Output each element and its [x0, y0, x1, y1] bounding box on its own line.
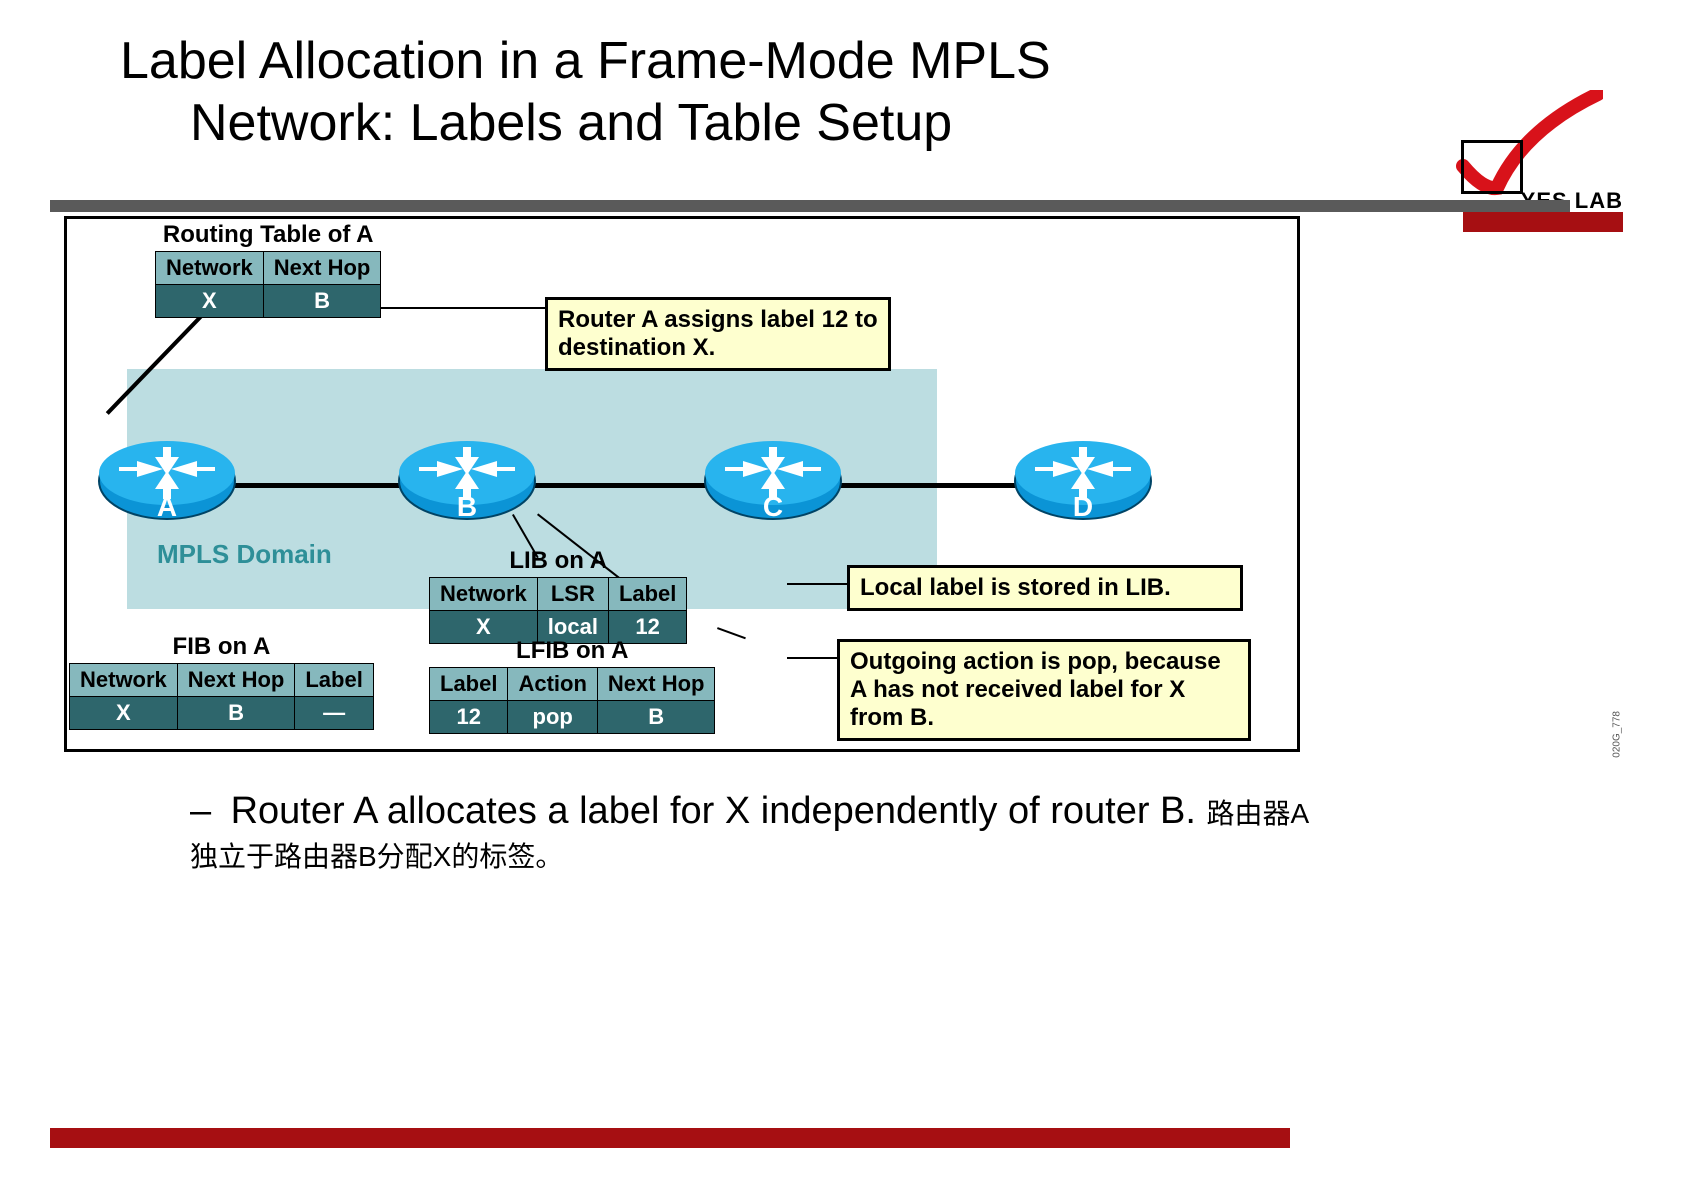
divider-red-accent — [1463, 212, 1623, 232]
title-line-1: Label Allocation in a Frame-Mode MPLS — [120, 32, 1051, 90]
lfib-table: LabelActionNext Hop 12popB — [429, 667, 715, 734]
note-assign-label: Router A assigns label 12 to destination… — [545, 297, 891, 371]
router-b-label: B — [397, 491, 537, 523]
fib-table: NetworkNext HopLabel XB— — [69, 663, 374, 730]
divider-gray — [50, 200, 1570, 212]
note-lib: Local label is stored in LIB. — [847, 565, 1243, 611]
router-d-label: D — [1013, 491, 1153, 523]
th-nexthop: Next Hop — [263, 252, 381, 285]
td-nexthop: B — [263, 285, 381, 318]
routing-table-a: Routing Table of A NetworkNext Hop XB — [155, 221, 381, 318]
fib-td-network: X — [70, 697, 178, 730]
title-line-2: Network: Labels and Table Setup — [120, 94, 952, 152]
lfib-td-label: 12 — [430, 701, 508, 734]
fib-td-label: — — [295, 697, 373, 730]
lib-on-a: LIB on A NetworkLSRLabel Xlocal12 — [429, 547, 687, 644]
bullet-en: Router A allocates a label for X indepen… — [231, 790, 1196, 832]
lfib-th-action: Action — [508, 668, 597, 701]
th-network: Network — [156, 252, 264, 285]
router-a: A — [97, 439, 237, 523]
lfib-td-nexthop: B — [597, 701, 715, 734]
slide: Label Allocation in a Frame-Mode MPLS Ne… — [0, 0, 1683, 1190]
router-a-label: A — [97, 491, 237, 523]
routing-table: NetworkNext Hop XB — [155, 251, 381, 318]
bullet-text: – Router A allocates a label for X indep… — [190, 790, 1310, 876]
fib-th-network: Network — [70, 664, 178, 697]
router-b: B — [397, 439, 537, 523]
fib-th-nexthop: Next Hop — [177, 664, 295, 697]
lib-title: LIB on A — [429, 547, 687, 575]
lfib-th-label: Label — [430, 668, 508, 701]
lfib-title: LFIB on A — [429, 637, 715, 665]
yeslab-logo: YES LAB — [1423, 80, 1623, 200]
connector-lib-note-2 — [717, 627, 746, 639]
fib-th-label: Label — [295, 664, 373, 697]
footer-bar-red — [50, 1128, 1290, 1148]
bullet-dash: – — [190, 790, 220, 833]
lib-th-network: Network — [430, 578, 538, 611]
connector-note-assign — [367, 307, 547, 309]
fib-title: FIB on A — [69, 633, 374, 661]
fib-on-a: FIB on A NetworkNext HopLabel XB— — [69, 633, 374, 730]
lfib-td-action: pop — [508, 701, 597, 734]
fib-td-nexthop: B — [177, 697, 295, 730]
lfib-th-nexthop: Next Hop — [597, 668, 715, 701]
lib-table: NetworkLSRLabel Xlocal12 — [429, 577, 687, 644]
router-c-label: C — [703, 491, 843, 523]
logo-box-icon — [1461, 140, 1523, 194]
image-code: 020G_778 — [1612, 711, 1623, 758]
lfib-on-a: LFIB on A LabelActionNext Hop 12popB — [429, 637, 715, 734]
network-diagram: MPLS Domain A B C — [64, 216, 1300, 752]
lib-th-lsr: LSR — [537, 578, 608, 611]
routing-table-title: Routing Table of A — [155, 221, 381, 249]
lib-th-label: Label — [608, 578, 686, 611]
mpls-domain-label: MPLS Domain — [157, 539, 332, 570]
note-lfib: Outgoing action is pop, because A has no… — [837, 639, 1251, 741]
connector-note-lfib — [787, 657, 839, 659]
router-d: D — [1013, 439, 1153, 523]
connector-note-lib — [787, 583, 847, 585]
page-title: Label Allocation in a Frame-Mode MPLS Ne… — [120, 30, 1120, 155]
router-c: C — [703, 439, 843, 523]
td-network: X — [156, 285, 264, 318]
